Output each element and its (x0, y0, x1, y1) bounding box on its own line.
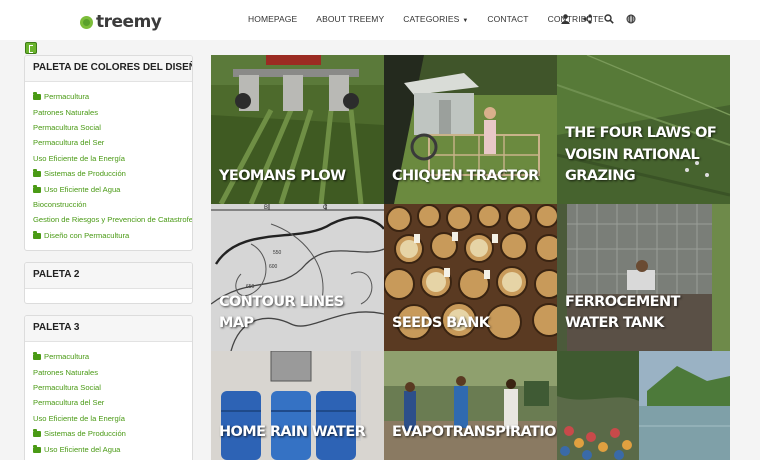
panel-paleta-2: PALETA 2 (24, 262, 193, 304)
tile-landscape[interactable] (557, 351, 730, 460)
folder-icon (33, 429, 41, 438)
top-bar: treemy HOMEPAGE ABOUT TREEMY CATEGORIES ▼… (0, 0, 760, 40)
panel-title: PALETA 3 (25, 316, 192, 342)
svg-text:650: 650 (246, 284, 255, 290)
tile-yeomans-plow[interactable]: YEOMANS PLOW (211, 55, 384, 204)
folder-icon (33, 444, 41, 453)
panel-title: PALETA DE COLORES DEL DISEÑADOR (25, 56, 192, 82)
category-label: Permacultura Social (33, 382, 101, 392)
category-link[interactable]: Sistemas de Producción (33, 166, 184, 181)
logo-text: treemy (96, 12, 162, 32)
category-link[interactable]: Uso Eficiente de la Energía (33, 411, 184, 426)
caret-down-icon: ▼ (462, 18, 469, 24)
svg-text:B: B (264, 205, 268, 211)
user-icon[interactable] (560, 12, 570, 26)
landscape-photo (557, 351, 730, 460)
tile-title: YEOMANS PLOW (219, 168, 346, 185)
category-link[interactable]: Permacultura (33, 349, 184, 364)
category-link[interactable]: Uso Eficiente del Agua (33, 181, 184, 196)
tile-home-rain-water[interactable]: HOME RAIN WATER (211, 351, 384, 460)
svg-text:600: 600 (269, 264, 278, 270)
category-link[interactable]: Diseño con Permacultura (33, 228, 184, 243)
category-label: Sistemas de Producción (44, 429, 126, 439)
tile-title: EVAPOTRANSPIRATION (392, 424, 557, 441)
category-label: Uso Eficiente de la Energía (33, 413, 126, 423)
category-label: Permacultura (44, 352, 90, 362)
category-link[interactable]: Permacultura (33, 89, 184, 104)
folder-icon (33, 184, 41, 193)
panel-title: PALETA 2 (25, 263, 192, 289)
category-label: Sistemas de Producción (44, 169, 126, 179)
category-link[interactable]: Sistemas de Producción (33, 426, 184, 441)
category-link[interactable]: Patrones Naturales (33, 364, 184, 379)
category-link[interactable]: Bioconstrucción (33, 197, 184, 212)
folder-icon (33, 169, 41, 178)
category-label: Permacultura (44, 92, 90, 102)
site-logo[interactable]: treemy (80, 12, 162, 32)
search-icon[interactable] (604, 12, 614, 26)
nav-homepage[interactable]: HOMEPAGE (248, 14, 297, 24)
panel-list: Permacultura Patrones Naturales Permacul… (25, 342, 192, 460)
tile-title: HOME RAIN WATER (219, 424, 366, 441)
tile-seeds-bank[interactable]: SEEDS BANK (384, 204, 557, 351)
svg-text:550: 550 (273, 250, 282, 256)
category-link[interactable]: Permacultura del Ser (33, 395, 184, 410)
category-label: Bioconstrucción (33, 199, 87, 209)
svg-text:C: C (323, 205, 328, 211)
category-link[interactable]: Patrones Naturales (33, 104, 184, 119)
category-label: Permacultura del Ser (33, 398, 105, 408)
tile-chiquen-tractor[interactable]: CHIQUEN TRACTOR (384, 55, 557, 204)
header-icons (560, 12, 636, 26)
panel-paleta-colores: PALETA DE COLORES DEL DISEÑADOR Permacul… (24, 55, 193, 251)
category-label: Permacultura del Ser (33, 138, 105, 148)
category-link[interactable]: Permacultura Social (33, 380, 184, 395)
tile-title: THE FOUR LAWS OF VOISIN RATIONAL GRAZING (565, 124, 717, 185)
tile-contour-lines-map[interactable]: B C 550 600 650 CONTOUR LINES MAP (211, 204, 384, 351)
category-label: Uso Eficiente del Agua (44, 444, 121, 454)
category-link[interactable]: Gestion de Riesgos y Prevencion de Catas… (33, 212, 192, 227)
panel-paleta-3: PALETA 3 Permacultura Patrones Naturales… (24, 315, 193, 460)
nav-contact[interactable]: CONTACT (487, 14, 528, 24)
tile-evapotranspiration[interactable]: EVAPOTRANSPIRATION (384, 351, 557, 460)
tile-title: CONTOUR LINES MAP (219, 293, 344, 332)
category-link[interactable]: Permacultura Social (33, 120, 184, 135)
category-label: Uso Eficiente del Agua (44, 184, 121, 194)
category-label: Patrones Naturales (33, 367, 99, 377)
panel-list: Permacultura Patrones Naturales Permacul… (25, 82, 192, 250)
tile-title: SEEDS BANK (392, 315, 490, 332)
folder-icon (33, 352, 41, 361)
nav-categories[interactable]: CATEGORIES ▼ (403, 14, 468, 24)
article-grid: YEOMANS PLOW CHIQUEN TRACTOR THE FOUR LA… (211, 55, 730, 460)
nav-categories-label: CATEGORIES (403, 14, 460, 24)
tile-voisin-grazing[interactable]: THE FOUR LAWS OF VOISIN RATIONAL GRAZING (557, 55, 730, 204)
category-link[interactable]: Uso Eficiente de la Energía (33, 151, 184, 166)
category-label: Diseño con Permacultura (44, 230, 130, 240)
category-label: Permacultura Social (33, 122, 101, 132)
sidebar-toggle-icon[interactable] (25, 42, 37, 54)
tile-title: CHIQUEN TRACTOR (392, 168, 539, 185)
category-label: Patrones Naturales (33, 107, 99, 117)
tile-title: FERROCEMENT WATER TANK (565, 293, 680, 332)
main-nav: HOMEPAGE ABOUT TREEMY CATEGORIES ▼ CONTAC… (248, 14, 604, 24)
tile-ferrocement-tank[interactable]: FERROCEMENT WATER TANK (557, 204, 730, 351)
folder-icon (33, 92, 41, 101)
category-label: Uso Eficiente de la Energía (33, 153, 126, 163)
category-label: Gestion de Riesgos y Prevencion de Catas… (33, 215, 193, 225)
globe-icon[interactable] (626, 12, 636, 26)
nav-about[interactable]: ABOUT TREEMY (316, 14, 384, 24)
category-link[interactable]: Uso Eficiente del Agua (33, 441, 184, 456)
folder-icon (33, 230, 41, 239)
share-icon[interactable] (582, 12, 592, 26)
tree-logo-icon (80, 15, 93, 29)
category-link[interactable]: Permacultura del Ser (33, 135, 184, 150)
